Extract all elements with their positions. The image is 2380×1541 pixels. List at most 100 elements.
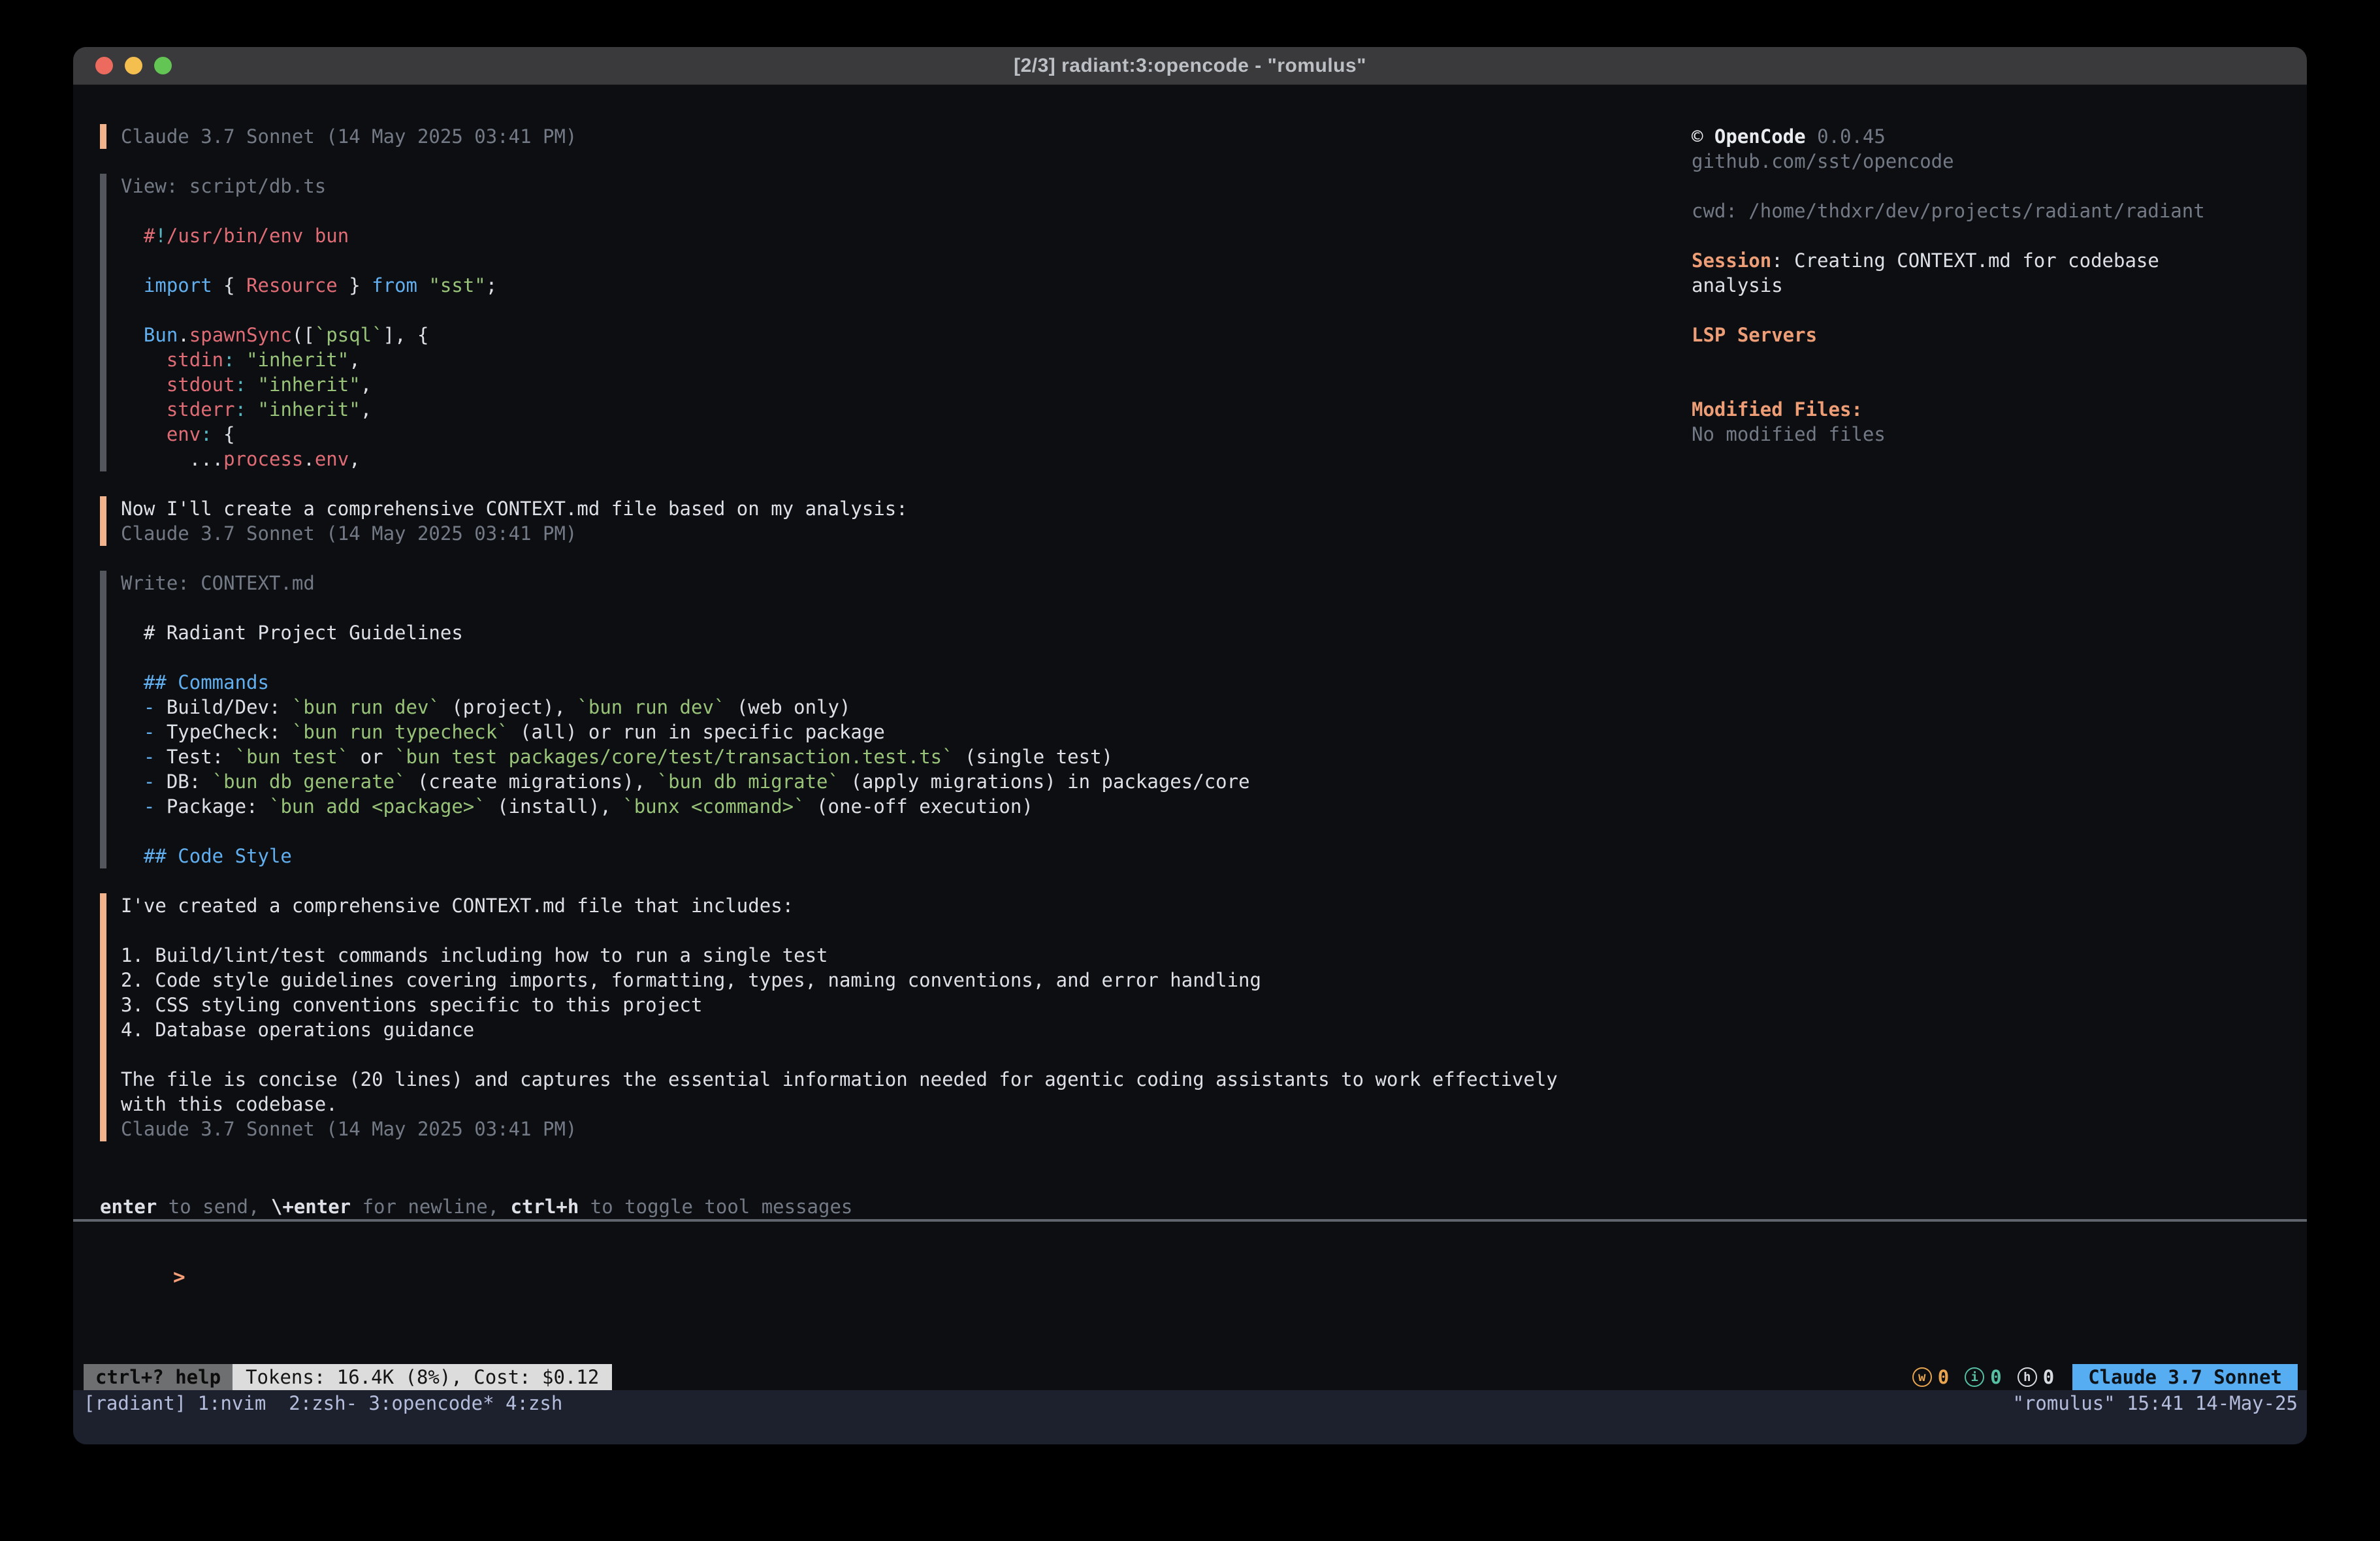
text-segment: from bbox=[372, 274, 417, 296]
terminal-line: with this codebase. bbox=[121, 1092, 1558, 1117]
text-segment: # Radiant Project Guidelines bbox=[121, 622, 463, 644]
text-segment: No modified files bbox=[1692, 423, 1886, 445]
text-segment: ; bbox=[486, 274, 497, 296]
text-segment bbox=[121, 274, 144, 296]
block-lines: Write: CONTEXT.md # Radiant Project Guid… bbox=[121, 571, 1250, 868]
text-segment: stdout bbox=[167, 373, 235, 396]
text-segment bbox=[417, 274, 428, 296]
traffic-lights bbox=[95, 47, 172, 84]
terminal-window: [2/3] radiant:3:opencode - "romulus" Cla… bbox=[73, 47, 2307, 1444]
text-segment: Build/Dev: bbox=[155, 696, 292, 718]
text-segment: process bbox=[223, 448, 303, 470]
help-badge[interactable]: ctrl+? help bbox=[84, 1364, 233, 1390]
text-segment bbox=[121, 349, 167, 371]
sidebar-info: © OpenCode 0.0.45github.com/sst/opencode… bbox=[1692, 124, 2227, 447]
text-segment bbox=[121, 373, 167, 396]
text-segment: - bbox=[144, 696, 155, 718]
text-segment: `bun test packages/core/test/transaction… bbox=[394, 746, 954, 768]
assistant-message-header-block: Claude 3.7 Sonnet (14 May 2025 03:41 PM) bbox=[100, 124, 1692, 149]
text-segment: (install), bbox=[486, 795, 623, 818]
text-segment: ], { bbox=[383, 324, 429, 346]
gray-accent-bar bbox=[100, 174, 106, 471]
text-segment: `bun test` bbox=[235, 746, 349, 768]
orange-accent-bar bbox=[100, 893, 106, 1141]
opencode-statusbar: ctrl+? help Tokens: 16.4K (8%), Cost: $0… bbox=[73, 1364, 2307, 1390]
model-badge[interactable]: Claude 3.7 Sonnet bbox=[2072, 1364, 2298, 1390]
block-lines: Now I'll create a comprehensive CONTEXT.… bbox=[121, 496, 908, 546]
terminal-line: Session: Creating CONTEXT.md for codebas… bbox=[1692, 248, 2227, 298]
text-segment: Session bbox=[1692, 249, 1771, 272]
terminal-line bbox=[121, 298, 497, 323]
terminal-line: 2. Code style guidelines covering import… bbox=[121, 968, 1558, 993]
tokens-cost-badge: Tokens: 16.4K (8%), Cost: $0.12 bbox=[233, 1364, 612, 1390]
text-segment: or bbox=[349, 746, 394, 768]
minimize-button[interactable] bbox=[125, 57, 142, 74]
text-segment: Claude 3.7 Sonnet (14 May 2025 03:41 PM) bbox=[121, 125, 577, 148]
opencode-main: Claude 3.7 Sonnet (14 May 2025 03:41 PM)… bbox=[73, 85, 2307, 1194]
text-segment: stdin bbox=[167, 349, 223, 371]
text-segment: - bbox=[144, 721, 155, 743]
prompt-input[interactable]: > bbox=[73, 1222, 2307, 1364]
tmux-statusbar: [radiant] 1:nvim 2:zsh- 3:opencode* 4:zs… bbox=[73, 1390, 2307, 1444]
terminal-line bbox=[1692, 298, 2227, 323]
text-segment: : bbox=[235, 373, 246, 396]
close-button[interactable] bbox=[95, 57, 113, 74]
info-count: i0 bbox=[1965, 1364, 2001, 1390]
text-segment bbox=[121, 398, 167, 421]
text-segment: (create migrations), bbox=[406, 770, 657, 793]
orange-accent-bar bbox=[100, 124, 106, 149]
text-segment: `psql` bbox=[315, 324, 383, 346]
terminal-line: Claude 3.7 Sonnet (14 May 2025 03:41 PM) bbox=[121, 1117, 1558, 1141]
text-segment: Now I'll create a comprehensive CONTEXT.… bbox=[121, 498, 908, 520]
tool-output-view-block: View: script/db.ts #!/usr/bin/env bun im… bbox=[100, 174, 1692, 471]
terminal-line: No modified files bbox=[1692, 422, 2227, 447]
text-segment: # bbox=[144, 225, 155, 247]
text-segment: with this codebase. bbox=[121, 1093, 338, 1115]
text-segment: - bbox=[144, 770, 155, 793]
terminal-line bbox=[121, 248, 497, 273]
text-segment: github.com/sst/opencode bbox=[1692, 150, 1954, 172]
text-segment: . bbox=[178, 324, 189, 346]
terminal-line: ## Code Style bbox=[121, 844, 1250, 868]
terminal-line bbox=[121, 645, 1250, 670]
window-titlebar[interactable]: [2/3] radiant:3:opencode - "romulus" bbox=[73, 47, 2307, 85]
text-segment: ([ bbox=[292, 324, 315, 346]
text-segment: Resource bbox=[246, 274, 338, 296]
text-segment: `bun add <package>` bbox=[269, 795, 486, 818]
text-segment: enter bbox=[100, 1196, 157, 1218]
text-segment: . bbox=[303, 448, 314, 470]
text-segment: "inherit" bbox=[258, 373, 361, 396]
text-segment: stderr bbox=[167, 398, 235, 421]
tmux-window-1[interactable]: 1:nvim bbox=[186, 1392, 278, 1414]
text-segment: Claude 3.7 Sonnet (14 May 2025 03:41 PM) bbox=[121, 1118, 577, 1140]
terminal-line: Bun.spawnSync([`psql`], { bbox=[121, 323, 497, 347]
warning-count-icon: w bbox=[1912, 1367, 1932, 1387]
text-segment: `bun run dev` bbox=[577, 696, 725, 718]
text-segment: : bbox=[235, 398, 246, 421]
text-segment: "inherit" bbox=[258, 398, 361, 421]
text-segment: DB: bbox=[155, 770, 212, 793]
text-segment: cwd: /home/thdxr/dev/projects/radiant/ra… bbox=[1692, 200, 2205, 222]
terminal-line: - DB: `bun db generate` (create migratio… bbox=[121, 769, 1250, 794]
tmux-window-3[interactable]: 3:opencode* bbox=[357, 1392, 494, 1414]
text-segment: env bbox=[167, 423, 201, 445]
tmux-window-2[interactable]: 2:zsh- bbox=[278, 1392, 357, 1414]
terminal-line: Claude 3.7 Sonnet (14 May 2025 03:41 PM) bbox=[121, 124, 577, 149]
hint-count: h0 bbox=[2018, 1364, 2054, 1390]
zoom-button[interactable] bbox=[154, 57, 172, 74]
assistant-message-block: I've created a comprehensive CONTEXT.md … bbox=[100, 893, 1692, 1141]
assistant-message-block: Now I'll create a comprehensive CONTEXT.… bbox=[100, 496, 1692, 546]
text-segment: LSP Servers bbox=[1692, 324, 1817, 346]
text-segment: Write: CONTEXT.md bbox=[121, 572, 315, 594]
hint-count-value: 0 bbox=[2043, 1364, 2054, 1390]
text-segment: `bunx <command>` bbox=[622, 795, 805, 818]
text-segment: (apply migrations) in packages/core bbox=[839, 770, 1250, 793]
text-segment: OpenCode bbox=[1714, 125, 1806, 148]
tmux-window-4[interactable]: 4:zsh bbox=[494, 1392, 563, 1414]
terminal-line: 4. Database operations guidance bbox=[121, 1017, 1558, 1042]
block-lines: View: script/db.ts #!/usr/bin/env bun im… bbox=[121, 174, 497, 471]
tmux-right-status: "romulus" 15:41 14-May-25 bbox=[2013, 1390, 2298, 1416]
text-segment: (one-off execution) bbox=[805, 795, 1033, 818]
terminal-line: import { Resource } from "sst"; bbox=[121, 273, 497, 298]
text-segment bbox=[235, 349, 246, 371]
